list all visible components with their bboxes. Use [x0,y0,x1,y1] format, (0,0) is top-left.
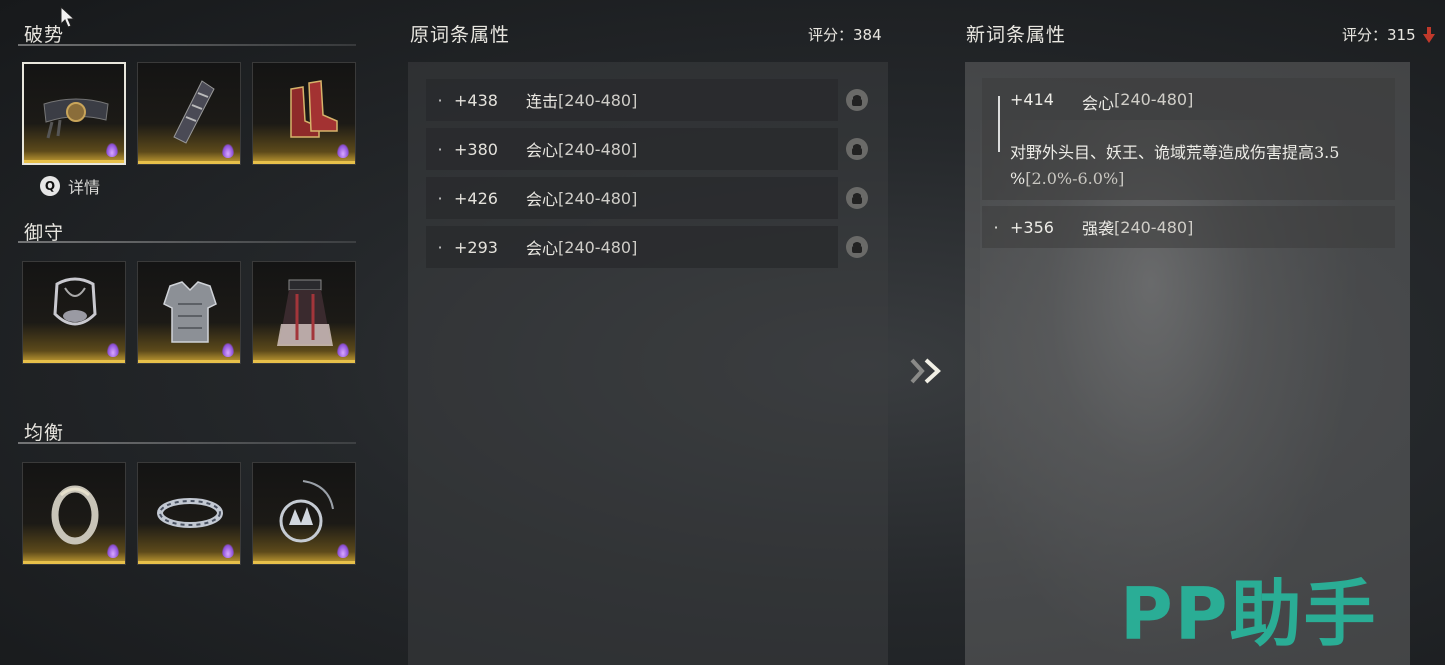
equip-slot-belt[interactable] [22,62,126,165]
attr-value: +293 [454,237,498,257]
attr-range: [240-480] [558,90,638,110]
helmet-icon [53,277,97,326]
belt-icon [43,98,109,139]
lock-icon[interactable] [846,187,868,209]
bullet: · [437,237,443,257]
attr-range: [240-480] [1114,217,1194,237]
new-score-value: 315 [1387,25,1416,44]
attr-name: 会心 [526,190,559,209]
attr-name: 强袭 [1082,219,1115,238]
rarity-flame-icon [337,544,349,558]
rarity-flame-icon [107,343,119,357]
bullet: · [437,90,443,110]
bullet: · [993,217,999,237]
old-attr-row: · +293 会心 [240-480] [426,226,868,268]
bracer-icon [173,80,215,144]
lock-icon[interactable] [846,89,868,111]
equip-slot-ring[interactable] [22,462,126,565]
old-attributes-panel: · +438 连击 [240-480] · +380 会心 [240-480] · … [408,62,888,665]
attr-range: [240-480] [558,237,638,257]
watermark-logo: PP助手 [1120,572,1378,656]
old-attr-row: · +438 连击 [240-480] [426,79,868,121]
lock-icon[interactable] [846,236,868,258]
rarity-bar [23,360,125,363]
new-attributes-title: 新词条属性 [966,24,1067,46]
new-attr-row-special: +414 会心 [240-480] 对野外头目、妖王、诡域荒尊造成伤害提高3.5 … [982,78,1395,200]
rarity-flame-icon [337,144,349,158]
rarity-bar [138,360,240,363]
new-attr-row: · +356 强袭 [240-480] [982,206,1395,248]
special-effect-desc: 对野外头目、妖王、诡域荒尊造成伤害提高3.5 [1010,143,1340,162]
equip-slot-helmet[interactable] [22,261,126,364]
boots-icon [290,80,338,138]
rarity-bar [24,160,124,163]
attr-value: +426 [454,188,498,208]
section-divider [18,241,356,243]
score-down-arrow-icon [1422,26,1435,43]
attr-name: 会心 [1082,94,1115,113]
q-key-icon: Q [40,176,60,196]
detail-button[interactable]: Q 详情 [40,174,100,198]
section-title-poshi: 破势 [24,24,65,46]
attr-range: [240-480] [1114,90,1194,109]
old-score-label: 评分： [808,26,854,44]
old-score: 评分：384 [808,24,882,45]
detail-label: 详情 [68,178,101,197]
rarity-flame-icon [222,544,234,558]
rarity-bar [253,360,355,363]
ring-icon [51,485,99,545]
section-divider [18,442,356,444]
attr-value: +438 [454,90,498,110]
attr-name: 连击 [526,92,559,111]
old-score-value: 384 [853,26,882,44]
rarity-flame-icon [106,143,118,157]
rarity-flame-icon [107,544,119,558]
armor-icon [163,281,217,343]
rarity-flame-icon [222,343,234,357]
attr-range: [240-480] [558,139,638,159]
attr-value: +380 [454,139,498,159]
attr-name: 会心 [526,239,559,258]
rarity-flame-icon [222,144,234,158]
special-effect-text: 对野外头目、妖王、诡域荒尊造成伤害提高3.5 %[2.0%-6.0%] [1010,140,1380,192]
attr-range: [240-480] [558,188,638,208]
section-title-junheng: 均衡 [24,422,65,444]
equip-slot-armor[interactable] [137,261,241,364]
rarity-bar [138,161,240,164]
rarity-bar [23,561,125,564]
attr-value: +414 [1010,90,1054,109]
rarity-bar [138,561,240,564]
tree-connector [998,96,1000,152]
pendant-icon [279,480,334,543]
skirt-icon [277,279,333,346]
attr-name: 会心 [526,141,559,160]
equip-slot-bracelet[interactable] [137,462,241,565]
lock-icon[interactable] [846,138,868,160]
bracelet-icon [157,498,223,528]
special-effect-range: [2.0%-6.0%] [1025,169,1125,188]
new-score: 评分： 315 [1342,24,1436,45]
old-attr-row: · +380 会心 [240-480] [426,128,868,170]
equip-slot-boots[interactable] [252,62,356,165]
equipment-column: 破势 Q 详情 御守 均衡 [0,0,370,665]
old-attributes-title: 原词条属性 [410,24,511,46]
rarity-bar [253,161,355,164]
old-attr-row: · +426 会心 [240-480] [426,177,868,219]
section-divider [18,44,356,46]
bullet: · [437,188,443,208]
new-attr-line: +414 会心 [240-480] [1010,90,1193,114]
rarity-flame-icon [337,343,349,357]
new-score-label: 评分： [1342,26,1388,44]
bullet: · [437,139,443,159]
rarity-bar [253,561,355,564]
attr-value: +356 [1010,217,1054,237]
equip-slot-pendant[interactable] [252,462,356,565]
special-effect-desc-unit: % [1010,169,1026,188]
equip-slot-bracer[interactable] [137,62,241,165]
equip-slot-skirt[interactable] [252,261,356,364]
double-chevron-right-icon [910,358,941,384]
